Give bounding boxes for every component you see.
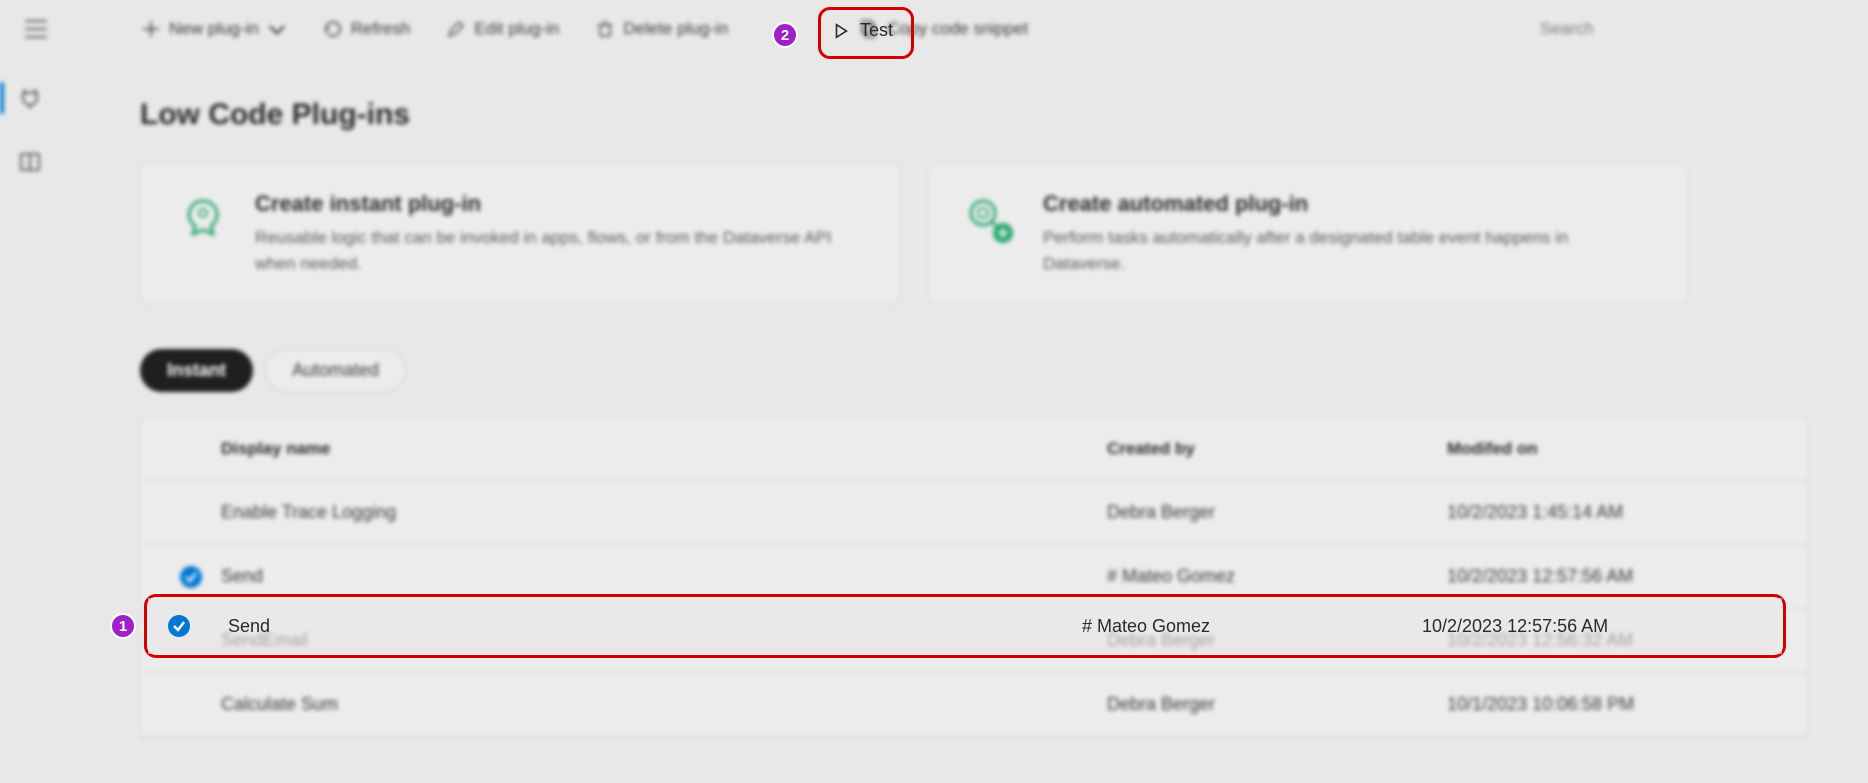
tab-instant[interactable]: Instant (140, 349, 253, 392)
trash-icon (595, 19, 615, 39)
table-row[interactable]: Calculate SumDebra Berger10/1/2023 10:06… (141, 673, 1807, 737)
row-modified-selected: 10/2/2023 12:57:56 AM (1422, 616, 1762, 637)
create-instant-card[interactable]: Create instant plug-in Reusable logic th… (140, 162, 900, 305)
hamburger-menu[interactable] (20, 13, 52, 45)
table-row-selected[interactable]: Send # Mateo Gomez 10/2/2023 12:57:56 AM (148, 598, 1782, 654)
sidebar-item-book[interactable] (10, 142, 50, 182)
delete-label: Delete plug-in (623, 19, 728, 39)
page-title: Low Code Plug-ins (140, 98, 1808, 132)
row-name: Calculate Sum (221, 694, 1107, 715)
callout-badge-1: 1 (110, 613, 136, 639)
row-modified: 10/2/2023 1:45:14 AM (1447, 502, 1787, 523)
new-plugin-button[interactable]: New plug-in (135, 15, 293, 43)
instant-card-desc: Reusable logic that can be invoked in ap… (255, 225, 867, 276)
pencil-icon (446, 19, 466, 39)
book-icon (18, 150, 42, 174)
automated-card-desc: Perform tasks automatically after a desi… (1043, 225, 1655, 276)
tab-automated[interactable]: Automated (265, 349, 406, 392)
row-created: # Mateo Gomez (1107, 566, 1447, 587)
row-name: Enable Trace Logging (221, 502, 1107, 523)
edit-label: Edit plug-in (474, 19, 559, 39)
row-checkbox-checked[interactable] (168, 615, 190, 637)
row-created: Debra Berger (1107, 694, 1447, 715)
plugin-table: Display name Created by Modifed on Enabl… (140, 416, 1808, 738)
col-header-display-name[interactable]: Display name (221, 439, 1107, 459)
refresh-label: Refresh (351, 19, 411, 39)
delete-plugin-button[interactable]: Delete plug-in (589, 15, 734, 43)
search-input[interactable]: Search (1528, 11, 1808, 47)
create-automated-card[interactable]: Create automated plug-in Perform tasks a… (928, 162, 1688, 305)
row-name: Send (221, 566, 1107, 587)
col-header-created-by[interactable]: Created by (1107, 439, 1447, 459)
refresh-icon (323, 19, 343, 39)
edit-plugin-button[interactable]: Edit plug-in (440, 15, 565, 43)
instant-icon (173, 191, 233, 251)
plus-icon (141, 19, 161, 39)
chevron-down-icon (267, 19, 287, 39)
table-row[interactable]: Enable Trace LoggingDebra Berger10/2/202… (141, 481, 1807, 545)
row-checkbox[interactable] (180, 566, 202, 588)
row-modified: 10/1/2023 10:06:58 PM (1447, 694, 1787, 715)
row-name-selected: Send (228, 616, 1082, 637)
row-created: Debra Berger (1107, 502, 1447, 523)
play-icon (832, 22, 850, 40)
row-created-selected: # Mateo Gomez (1082, 616, 1422, 637)
test-label: Test (860, 20, 893, 41)
callout-badge-2: 2 (772, 22, 798, 48)
automated-icon (961, 191, 1021, 251)
copy-label: Copy code snippet (887, 19, 1028, 39)
col-header-modified-on[interactable]: Modifed on (1447, 439, 1787, 459)
automated-card-title: Create automated plug-in (1043, 191, 1655, 217)
sidebar-item-plugins[interactable] (10, 78, 50, 118)
test-button[interactable]: Test (832, 20, 893, 41)
new-plugin-label: New plug-in (169, 19, 259, 39)
instant-card-title: Create instant plug-in (255, 191, 867, 217)
refresh-button[interactable]: Refresh (317, 15, 417, 43)
plug-icon (18, 86, 42, 110)
row-modified: 10/2/2023 12:57:56 AM (1447, 566, 1787, 587)
